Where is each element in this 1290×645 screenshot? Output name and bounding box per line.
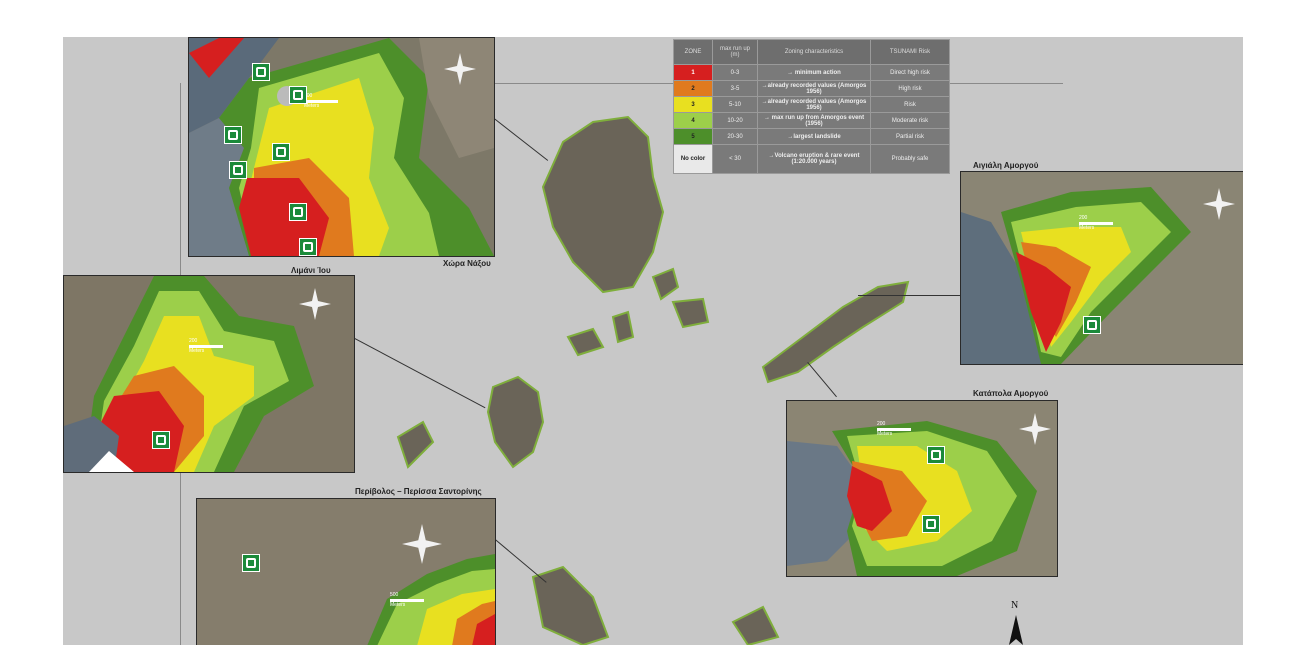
tsunami-risk-map: ZONE max run up (m) Zoning characteristi… [63, 37, 1243, 645]
island-small-3 [611, 310, 635, 344]
runup-cell: 0-3 [712, 64, 758, 81]
evacuation-shelter-icon [272, 143, 290, 161]
inset-katapola: 200 Meters [786, 400, 1058, 577]
ios-island [486, 375, 545, 469]
inset-title-ios: Λιμάνι Ίου [291, 266, 331, 275]
risk-cell: Direct high risk [870, 64, 950, 81]
legend-header: TSUNAMI Risk [870, 39, 950, 65]
inset-title-katapola: Κατάπολα Αμοργού [973, 389, 1049, 398]
island-small-2 [671, 297, 710, 329]
island-small-4 [566, 327, 605, 357]
zone-legend-table: ZONE max run up (m) Zoning characteristi… [673, 39, 950, 174]
risk-cell: High risk [870, 80, 950, 97]
evacuation-shelter-icon [252, 63, 270, 81]
inset-naxos: 200 Meters [188, 37, 495, 257]
island-small-5 [396, 420, 435, 469]
north-label: N [1011, 600, 1019, 611]
legend-row: 3 5-10 →already recorded values (Amorgos… [673, 96, 950, 113]
island-small-1 [651, 267, 680, 301]
risk-cell: Probably safe [870, 144, 950, 174]
scale-unit: Meters [390, 602, 406, 608]
evacuation-shelter-icon [927, 446, 945, 464]
runup-cell: 10-20 [712, 112, 758, 129]
inset-aigiali: 200 Meters [960, 171, 1243, 365]
santorini-island [531, 565, 610, 645]
katapola-hazard-map [787, 401, 1057, 576]
evacuation-shelter-icon [289, 86, 307, 104]
legend-header: Zoning characteristics [757, 39, 871, 65]
risk-cell: Moderate risk [870, 112, 950, 129]
zone-cell: 5 [673, 128, 713, 145]
compass-rose-icon [299, 288, 331, 320]
inset-title-santorini: Περίβολος – Περίσσα Σαντορίνης [355, 487, 482, 496]
zone-cell: 3 [673, 96, 713, 113]
zone-cell: No color [673, 144, 713, 174]
risk-cell: Risk [870, 96, 950, 113]
legend-row: 2 3-5 →already recorded values (Amorgos … [673, 80, 950, 97]
compass-rose-icon [1019, 413, 1051, 445]
scale-bar: 500 Meters [390, 592, 424, 608]
scale-bar: 200 Meters [877, 421, 911, 437]
scale-unit: Meters [877, 431, 893, 437]
runup-cell: 20-30 [712, 128, 758, 145]
zone-cell: 2 [673, 80, 713, 97]
compass-rose-icon [1203, 188, 1235, 220]
evacuation-shelter-icon [242, 554, 260, 572]
island-small-6 [731, 605, 780, 645]
runup-cell: < 30 [712, 144, 758, 174]
characteristics-cell: →already recorded values (Amorgos 1956) [757, 96, 871, 113]
evacuation-shelter-icon [229, 161, 247, 179]
inset-title-aigiali: Αιγιάλη Αμοργού [973, 161, 1039, 170]
evacuation-shelter-icon [224, 126, 242, 144]
legend-header: ZONE [673, 39, 713, 65]
inset-ios: 200 Meters [63, 275, 355, 473]
legend-row: 5 20-30 →largest landslide Partial risk [673, 128, 950, 145]
leader-line [858, 295, 960, 296]
evacuation-shelter-icon [152, 431, 170, 449]
compass-rose-icon [444, 53, 476, 85]
evacuation-shelter-icon [299, 238, 317, 256]
evacuation-shelter-icon [1083, 316, 1101, 334]
santorini-hazard-map [197, 499, 495, 645]
evacuation-shelter-icon [289, 203, 307, 221]
characteristics-cell: → minimum action [757, 64, 871, 81]
legend-row: 4 10-20 → max run up from Amorgos event … [673, 112, 950, 129]
scale-value: 500 [390, 592, 399, 598]
legend-header: max run up (m) [712, 39, 758, 65]
characteristics-cell: → max run up from Amorgos event (1956) [757, 112, 871, 129]
characteristics-cell: →largest landslide [757, 128, 871, 145]
amorgos-island [761, 280, 910, 384]
scale-bar: 200 Meters [304, 93, 338, 109]
aigiali-hazard-map [961, 172, 1243, 364]
scale-value: 200 [1079, 215, 1088, 221]
naxos-island [541, 115, 665, 294]
inset-santorini: 500 Meters [196, 498, 496, 645]
scale-unit: Meters [1079, 225, 1095, 231]
runup-cell: 3-5 [712, 80, 758, 97]
scale-value: 200 [189, 338, 198, 344]
characteristics-cell: →already recorded values (Amorgos 1956) [757, 80, 871, 97]
compass-rose-icon [402, 524, 442, 564]
scale-value: 200 [877, 421, 886, 427]
zone-cell: 1 [673, 64, 713, 81]
characteristics-cell: →Volcano eruption & rare event (1:20.000… [757, 144, 871, 174]
runup-cell: 5-10 [712, 96, 758, 113]
inset-title-naxos: Χώρα Νάξου [443, 259, 491, 268]
zone-cell: 4 [673, 112, 713, 129]
risk-cell: Partial risk [870, 128, 950, 145]
scale-unit: Meters [189, 348, 205, 354]
legend-row: No color < 30 →Volcano eruption & rare e… [673, 144, 950, 174]
north-arrow-icon [1009, 615, 1023, 645]
scale-bar: 200 Meters [189, 338, 223, 354]
scale-bar: 200 Meters [1079, 215, 1113, 231]
evacuation-shelter-icon [922, 515, 940, 533]
legend-row: 1 0-3 → minimum action Direct high risk [673, 64, 950, 81]
